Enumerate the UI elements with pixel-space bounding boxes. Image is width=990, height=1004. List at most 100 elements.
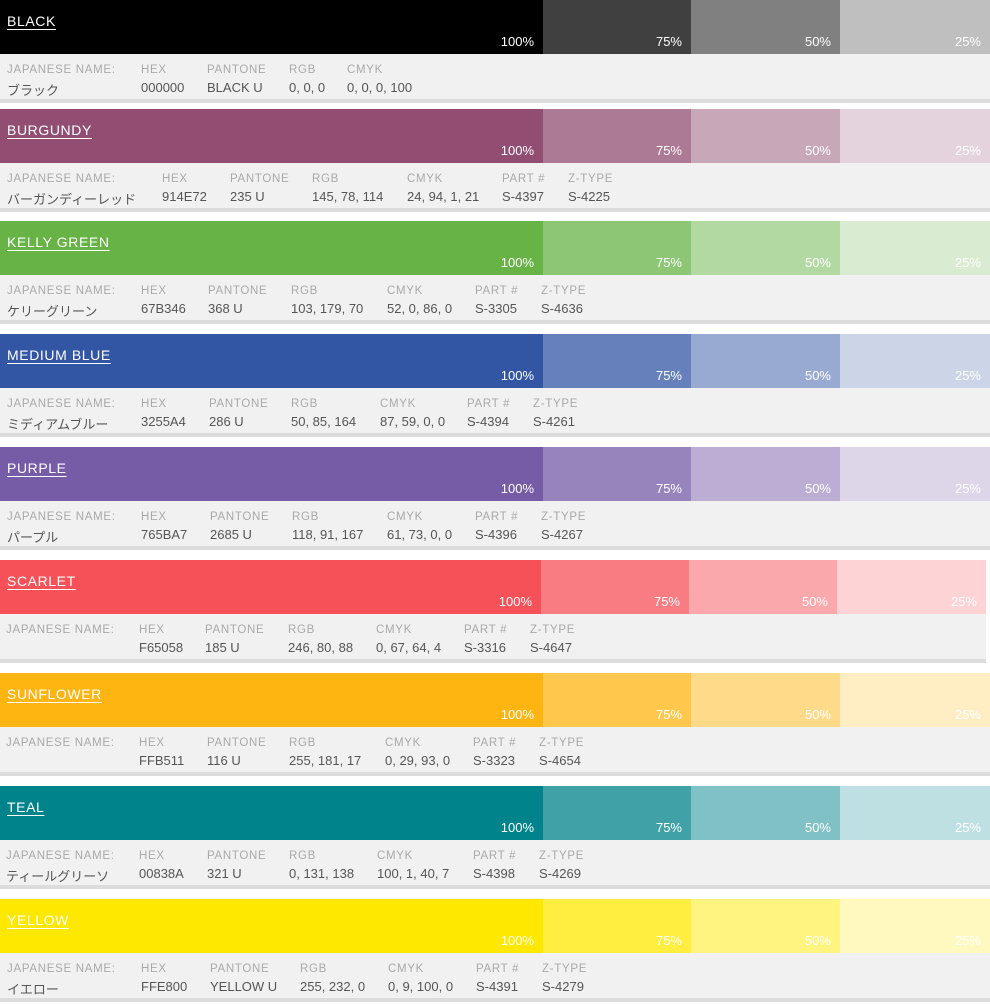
part-value: S-3305	[475, 301, 517, 316]
rgb-value: 118, 91, 167	[292, 527, 364, 542]
percent-label: 50%	[804, 368, 831, 383]
japanese-label: JAPANESE NAME:	[7, 398, 116, 410]
rgb-value: 0, 0, 0	[289, 80, 326, 95]
swatch-row: 100% 75% 50% 25%	[0, 334, 990, 388]
percent-label: 50%	[804, 143, 831, 158]
percent-label: 25%	[954, 143, 981, 158]
swatch-25: 25%	[840, 109, 990, 163]
japanese-value: イエロー	[7, 982, 59, 997]
color-info: JAPANESE NAME: HEX F65058 PANTONE 185 U RGB 24…	[0, 614, 986, 659]
hex-label: HEX	[162, 173, 188, 185]
hex-label: HEX	[141, 285, 167, 297]
color-name-link[interactable]: TEAL	[7, 799, 44, 815]
color-name-link[interactable]: BURGUNDY	[7, 122, 92, 138]
cmyk-label: CMYK	[407, 173, 444, 185]
rgb-label: RGB	[289, 850, 317, 862]
ztype-value: S-4279	[542, 979, 584, 994]
japanese-value: パープル	[7, 530, 59, 545]
color-info: JAPANESE NAME: ブラック HEX 000000 PANTONE BLACK …	[0, 54, 990, 99]
part-value: S-4398	[473, 866, 515, 881]
swatch-row: 100% 75% 50% 25%	[0, 673, 990, 727]
color-block-teal: 100% 75% 50% 25% TEAL JAPANESE NAME: ティールグリーソ H…	[0, 786, 990, 891]
rgb-label: RGB	[289, 737, 317, 749]
percent-label: 50%	[804, 255, 831, 270]
divider	[0, 546, 990, 550]
ztype-label: Z-TYPE	[541, 285, 587, 297]
percent-label: 100%	[500, 707, 534, 722]
japanese-label: JAPANESE NAME:	[6, 850, 115, 862]
swatch-75: 75%	[543, 0, 691, 54]
part-label: PART #	[502, 173, 546, 185]
part-value: S-4394	[467, 414, 509, 429]
hex-label: HEX	[141, 511, 167, 523]
cmyk-value: 100, 1, 40, 7	[377, 866, 450, 881]
divider	[0, 885, 990, 889]
swatch-row: 100% 75% 50% 25%	[0, 109, 990, 163]
swatch-50: 50%	[691, 899, 840, 953]
swatch-75: 75%	[543, 334, 691, 388]
percent-label: 50%	[801, 594, 828, 609]
color-name-link[interactable]: PURPLE	[7, 460, 67, 476]
hex-value: 914E72	[162, 189, 207, 204]
part-label: PART #	[473, 850, 517, 862]
swatch-25: 25%	[840, 334, 990, 388]
color-name-link[interactable]: KELLY GREEN	[7, 234, 110, 250]
pantone-value: 116 U	[207, 753, 241, 768]
percent-label: 75%	[655, 34, 682, 49]
swatch-75: 75%	[541, 560, 689, 614]
japanese-value: バーガンディーレッド	[7, 192, 137, 207]
swatch-100: 100%	[0, 0, 543, 54]
cmyk-value: 0, 9, 100, 0	[388, 979, 454, 994]
color-name-link[interactable]: BLACK	[7, 13, 56, 29]
hex-value: FFB511	[139, 753, 185, 768]
color-info: JAPANESE NAME: ティールグリーソ HEX 00838A PANTONE 32…	[0, 840, 990, 885]
part-value: S-3316	[464, 640, 506, 655]
percent-label: 50%	[804, 34, 831, 49]
part-label: PART #	[475, 511, 519, 523]
part-value: S-4396	[475, 527, 517, 542]
japanese-label: JAPANESE NAME:	[7, 173, 116, 185]
japanese-value: ティールグリーソ	[6, 869, 110, 884]
swatch-75: 75%	[543, 673, 691, 727]
percent-label: 75%	[655, 707, 682, 722]
part-label: PART #	[476, 963, 520, 975]
rgb-label: RGB	[288, 624, 316, 636]
percent-label: 25%	[954, 707, 981, 722]
swatch-row: 100% 75% 50% 25%	[0, 899, 990, 953]
percent-label: 25%	[954, 34, 981, 49]
percent-label: 75%	[655, 820, 682, 835]
swatch-row: 100% 75% 50% 25%	[0, 221, 990, 275]
pantone-label: PANTONE	[208, 285, 268, 297]
swatch-75: 75%	[543, 109, 691, 163]
rgb-value: 0, 131, 138	[289, 866, 355, 881]
percent-label: 25%	[954, 820, 981, 835]
rgb-label: RGB	[312, 173, 340, 185]
swatch-50: 50%	[691, 334, 840, 388]
hex-value: 00838A	[139, 866, 184, 881]
color-block-yellow: 100% 75% 50% 25% YELLOW JAPANESE NAME: イエロー HEX…	[0, 899, 990, 1004]
part-value: S-4391	[476, 979, 518, 994]
pantone-value: YELLOW U	[210, 979, 278, 994]
color-name-link[interactable]: SUNFLOWER	[7, 686, 102, 702]
percent-label: 75%	[655, 255, 682, 270]
part-label: PART #	[475, 285, 519, 297]
swatch-row: 100% 75% 50% 25%	[0, 560, 990, 614]
percent-label: 75%	[655, 933, 682, 948]
color-name-link[interactable]: YELLOW	[7, 912, 69, 928]
rgb-label: RGB	[289, 64, 317, 76]
japanese-label: JAPANESE NAME:	[7, 64, 116, 76]
color-name-link[interactable]: SCARLET	[7, 573, 76, 589]
pantone-label: PANTONE	[210, 511, 270, 523]
hex-value: 3255A4	[141, 414, 186, 429]
swatch-25: 25%	[840, 899, 990, 953]
japanese-label: JAPANESE NAME:	[7, 285, 116, 297]
swatch-25: 25%	[840, 0, 990, 54]
pantone-label: PANTONE	[209, 398, 269, 410]
cmyk-label: CMYK	[387, 511, 424, 523]
swatch-50: 50%	[689, 560, 837, 614]
divider	[0, 433, 990, 437]
hex-value: F65058	[139, 640, 184, 655]
percent-label: 25%	[954, 368, 981, 383]
rgb-label: RGB	[291, 285, 319, 297]
color-name-link[interactable]: MEDIUM BLUE	[7, 347, 111, 363]
